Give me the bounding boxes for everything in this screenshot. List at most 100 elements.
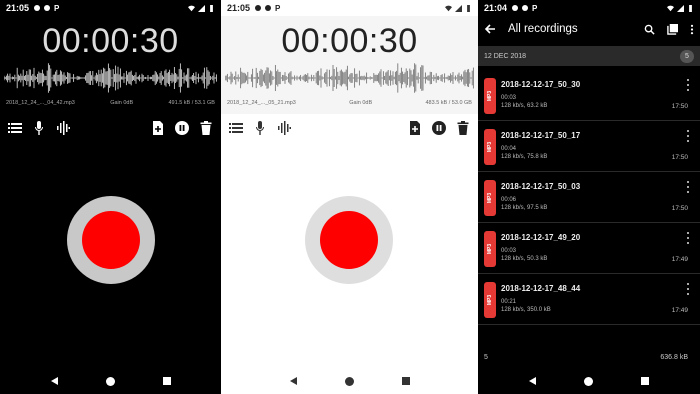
- library-icon[interactable]: [667, 23, 678, 35]
- toolbar: [8, 118, 213, 138]
- notification-icon: [265, 5, 272, 11]
- recents-icon[interactable]: [641, 377, 649, 385]
- recording-time: 17:49: [671, 307, 688, 314]
- home-icon[interactable]: [344, 376, 354, 386]
- recording-timer: 00:00:30: [42, 22, 179, 60]
- more-vert-icon[interactable]: [686, 79, 690, 91]
- signal-icon: [455, 4, 462, 12]
- recording-details: 128 kb/s, 350.0 kB: [501, 307, 551, 313]
- file-name: 2018_12_24_..._04_42.mp3: [6, 100, 75, 106]
- recording-details: 128 kb/s, 63.2 kB: [501, 103, 548, 109]
- recordings-list: MP3 2018-12-12-17_50_30 00:03 128 kb/s, …: [478, 70, 700, 325]
- list-icon[interactable]: [229, 121, 243, 135]
- list-item[interactable]: MP3 2018-12-12-17_50_17 00:04 128 kb/s, …: [478, 121, 700, 172]
- recording-details: 128 kb/s, 75.8 kB: [501, 154, 548, 160]
- parking-icon: P: [532, 3, 538, 13]
- mp3-badge: MP3: [484, 129, 496, 165]
- recorder-screen-light: 21:05 P 00:00:30 2018_12_24_..._05_21.mp…: [221, 0, 478, 394]
- recording-time: 17:49: [671, 256, 688, 263]
- waveform: [225, 63, 474, 93]
- notification-icon: [522, 5, 529, 11]
- recording-details: 128 kb/s, 97.5 kB: [501, 205, 548, 211]
- date-section-header: 12 DEC 2018 5: [478, 46, 700, 66]
- wifi-icon: [188, 5, 195, 11]
- record-button-core[interactable]: [320, 211, 378, 269]
- recordings-list-screen: 21:04 P All recordings 12 DEC 2018 5 MP3…: [478, 0, 700, 394]
- recording-time: 17:50: [671, 154, 688, 161]
- pause-icon[interactable]: [432, 121, 446, 135]
- back-icon[interactable]: [289, 377, 297, 385]
- recording-name: 2018-12-12-17_50_30: [501, 80, 581, 89]
- mp3-badge: MP3: [484, 282, 496, 318]
- status-bar: 21:05 P: [221, 0, 478, 16]
- app-bar: All recordings: [478, 16, 700, 42]
- list-item[interactable]: MP3 2018-12-12-17_48_44 00:21 128 kb/s, …: [478, 274, 700, 325]
- recording-time: 17:50: [671, 103, 688, 110]
- battery-icon: [689, 4, 692, 12]
- recents-icon[interactable]: [401, 377, 410, 385]
- status-time: 21:05: [227, 3, 251, 13]
- recording-timer: 00:00:30: [281, 22, 418, 60]
- recording-name: 2018-12-12-17_48_44: [501, 284, 581, 293]
- more-vert-icon[interactable]: [686, 181, 690, 193]
- notification-icon: [44, 5, 51, 11]
- list-item[interactable]: MP3 2018-12-12-17_50_30 00:03 128 kb/s, …: [478, 70, 700, 121]
- delete-icon[interactable]: [456, 121, 470, 135]
- list-footer: 5 636.8 kB: [478, 350, 700, 364]
- file-name: 2018_12_24_..._05_21.mp3: [227, 100, 296, 106]
- back-icon[interactable]: [529, 377, 536, 385]
- recording-name: 2018-12-12-17_50_03: [501, 182, 581, 191]
- delete-icon[interactable]: [199, 121, 213, 135]
- toolbar: [229, 118, 470, 138]
- recording-name: 2018-12-12-17_49_20: [501, 233, 581, 242]
- pause-icon[interactable]: [175, 121, 189, 135]
- home-icon[interactable]: [105, 376, 115, 386]
- recording-info: 2018_12_24_..._04_42.mp3 Gain 0dB 491.5 …: [6, 100, 215, 106]
- new-file-icon[interactable]: [408, 121, 422, 135]
- new-file-icon[interactable]: [151, 121, 165, 135]
- recording-duration: 00:03: [501, 95, 517, 101]
- status-icons: [667, 4, 694, 12]
- back-icon[interactable]: [50, 377, 58, 385]
- status-time: 21:05: [6, 3, 30, 13]
- recording-duration: 00:21: [501, 299, 517, 305]
- mic-icon[interactable]: [253, 121, 267, 135]
- more-vert-icon[interactable]: [686, 232, 690, 244]
- recording-duration: 00:06: [501, 197, 517, 203]
- record-button-core[interactable]: [82, 211, 140, 269]
- waveform-icon[interactable]: [56, 121, 70, 135]
- back-arrow-icon[interactable]: [484, 23, 496, 35]
- status-time: 21:04: [484, 3, 508, 13]
- nav-bar: [0, 368, 221, 394]
- recents-icon[interactable]: [162, 377, 171, 385]
- record-button[interactable]: [67, 196, 155, 284]
- signal-icon: [677, 4, 684, 12]
- footer-total-size: 636.8 kB: [660, 353, 688, 361]
- record-button[interactable]: [305, 196, 393, 284]
- status-icons: [188, 4, 215, 12]
- waveform-icon[interactable]: [277, 121, 291, 135]
- search-icon[interactable]: [644, 24, 655, 35]
- list-item[interactable]: MP3 2018-12-12-17_50_03 00:06 128 kb/s, …: [478, 172, 700, 223]
- list-item[interactable]: MP3 2018-12-12-17_49_20 00:03 128 kb/s, …: [478, 223, 700, 274]
- more-vert-icon[interactable]: [686, 130, 690, 142]
- gain-label: Gain 0dB: [110, 100, 134, 106]
- count-badge: 5: [680, 49, 694, 63]
- list-icon[interactable]: [8, 121, 22, 135]
- more-vert-icon[interactable]: [690, 24, 694, 35]
- status-icons: [445, 4, 472, 12]
- notification-icon: [255, 5, 262, 11]
- home-icon[interactable]: [584, 376, 593, 386]
- mic-icon[interactable]: [32, 121, 46, 135]
- mp3-badge: MP3: [484, 180, 496, 216]
- nav-bar: [221, 368, 478, 394]
- mp3-badge: MP3: [484, 231, 496, 267]
- parking-icon: P: [275, 3, 281, 13]
- recording-name: 2018-12-12-17_50_17: [501, 131, 581, 140]
- more-vert-icon[interactable]: [686, 283, 690, 295]
- recording-duration: 00:04: [501, 146, 517, 152]
- notification-icon: [34, 5, 41, 11]
- recording-info: 2018_12_24_..._05_21.mp3 Gain 0dB 483.5 …: [227, 100, 472, 106]
- parking-icon: P: [54, 3, 60, 13]
- file-size: 491.5 kB / 53.1 GB: [168, 100, 215, 106]
